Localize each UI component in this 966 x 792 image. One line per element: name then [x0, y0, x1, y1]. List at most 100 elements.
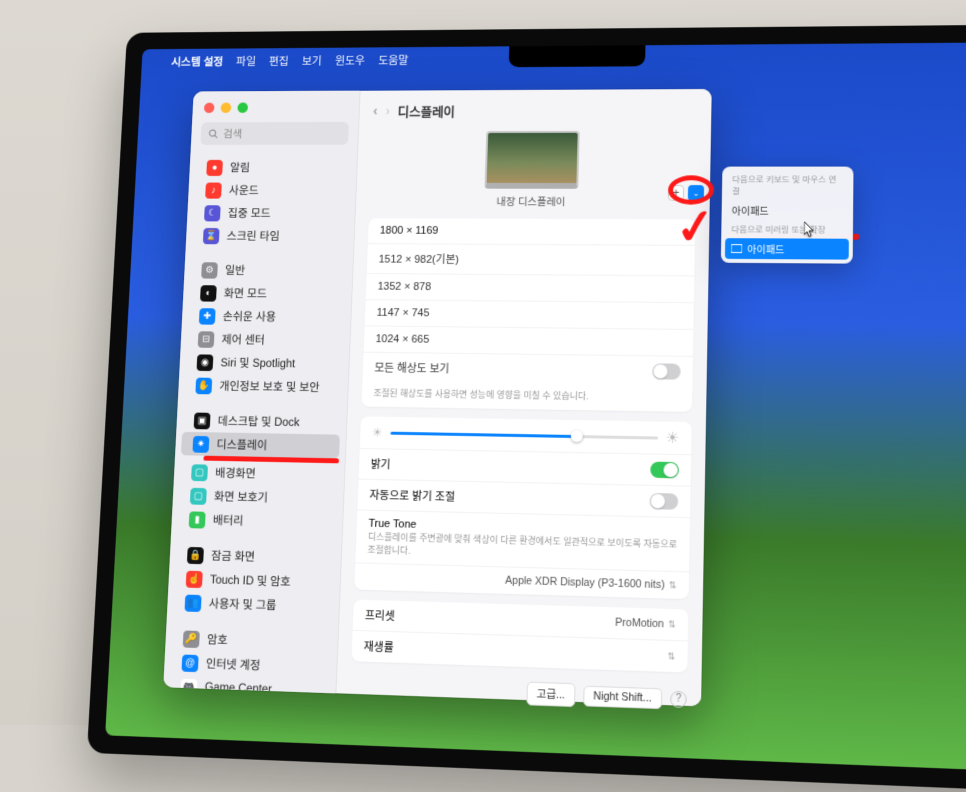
sidebar-icon: ☾ [204, 205, 221, 221]
menu-file[interactable]: 파일 [236, 54, 256, 69]
sidebar-icon: 🔑 [183, 630, 200, 648]
sidebar-item-label: 사운드 [229, 183, 260, 198]
sidebar-item-label: Game Center [205, 681, 273, 693]
sidebar-item-label: 데스크탑 및 Dock [217, 413, 299, 430]
preset-panel: 프리셋 ProMotion⇅ 재생률 ⇅ [351, 600, 688, 673]
resolution-option[interactable]: 1800 × 1169 [368, 218, 696, 245]
sidebar-item-label: 암호 [207, 631, 228, 648]
resolution-option[interactable]: 1024 × 665 [364, 325, 694, 355]
sidebar-icon: ⌛ [203, 228, 220, 244]
refresh-select[interactable]: ⇅ [663, 650, 675, 663]
sidebar-item-label: 사용자 및 그룹 [209, 595, 277, 613]
sidebar-item-label: Siri 및 Spotlight [220, 355, 295, 372]
sidebar-item-label: 제어 센터 [221, 332, 265, 348]
sidebar-icon: ✚ [199, 308, 216, 325]
sidebar-icon: ◐ [200, 285, 217, 301]
sun-bright-icon: ☀︎ [666, 429, 680, 447]
menu-window[interactable]: 윈도우 [335, 53, 366, 68]
page-title: 디스플레이 [397, 102, 455, 120]
popover-item-ipad-kb[interactable]: 아이패드 [726, 200, 850, 221]
sidebar-icon: ◉ [197, 354, 214, 371]
color-profile-select[interactable]: Apple XDR Display (P3-1600 nits)⇅ [505, 575, 677, 592]
preset-select[interactable]: ProMotion⇅ [615, 617, 676, 631]
sidebar-item-스크린 타임[interactable]: ⌛ 스크린 타임 [191, 224, 348, 248]
sidebar-item-사운드[interactable]: ♪ 사운드 [194, 179, 351, 202]
show-all-resolutions-toggle[interactable] [652, 363, 680, 379]
popover-item-ipad-mirror[interactable]: 아이패드 [725, 238, 849, 259]
sidebar: 검색 ●알림♪사운드☾집중 모드⌛스크린 타임⚙일반◐화면 모드✚손쉬운 사용⊟… [163, 91, 360, 694]
display-popover: 다음으로 키보드 및 마우스 연결 아이패드 다음으로 미러링 또는 확장 아이… [721, 167, 854, 264]
sidebar-item-label: 잠금 화면 [211, 548, 255, 565]
resolution-option[interactable]: 1147 × 745 [365, 299, 694, 329]
search-icon [208, 128, 219, 138]
forward-button[interactable]: › [385, 103, 390, 119]
sidebar-icon: ⊟ [198, 331, 215, 348]
resolution-hint: 조절된 해상도를 사용하면 성능에 영향을 미칠 수 있습니다. [361, 382, 692, 412]
sidebar-item-label: 인터넷 계정 [206, 655, 261, 673]
annotation-checkmark: ✓ [672, 197, 719, 257]
sidebar-item-label: 배터리 [213, 512, 244, 529]
resolution-panel: 1800 × 1169 1512 × 982(기본) 1352 × 878 11… [361, 218, 695, 412]
sidebar-item-배터리[interactable]: ▮ 배터리 [177, 507, 337, 535]
sidebar-item-label: Touch ID 및 암호 [210, 571, 291, 589]
resolution-option[interactable]: 1512 × 982(기본) [367, 243, 695, 275]
sidebar-icon: ▮ [189, 511, 206, 528]
ipad-icon [731, 244, 742, 253]
menu-edit[interactable]: 편집 [269, 54, 289, 69]
sidebar-item-label: 집중 모드 [227, 205, 271, 220]
sidebar-icon: 👥 [185, 594, 202, 611]
sidebar-icon: ● [206, 159, 223, 175]
sidebar-item-label: 개인정보 보호 및 보안 [219, 378, 320, 395]
sidebar-icon: @ [181, 654, 198, 672]
sidebar-item-손쉬운 사용[interactable]: ✚손쉬운 사용 [187, 304, 345, 329]
sidebar-item-label: 알림 [230, 160, 251, 175]
sidebar-item-데스크탑 및 Dock[interactable]: ▣ 데스크탑 및 Dock [182, 408, 341, 434]
sidebar-item-화면 모드[interactable]: ◐ 화면 모드 [189, 281, 347, 305]
sidebar-icon: 🔒 [187, 546, 204, 563]
sidebar-icon: ▣ [194, 412, 211, 429]
search-input[interactable]: 검색 [200, 122, 348, 145]
advanced-button[interactable]: 고급... [526, 682, 575, 707]
system-settings-window: 검색 ●알림♪사운드☾집중 모드⌛스크린 타임⚙일반◐화면 모드✚손쉬운 사용⊟… [163, 89, 711, 706]
sidebar-item-일반[interactable]: ⚙일반 [190, 258, 347, 282]
display-thumbnail[interactable] [485, 131, 580, 189]
app-name[interactable]: 시스템 설정 [171, 54, 224, 69]
back-button[interactable]: ‹ [373, 103, 378, 119]
show-all-resolutions-label: 모든 해상도 보기 [374, 360, 449, 377]
resolution-option[interactable]: 1352 × 878 [366, 273, 695, 302]
auto-brightness-label: 자동으로 밝기 조절 [369, 487, 455, 505]
sidebar-item-알림[interactable]: ● 알림 [195, 156, 351, 179]
menu-help[interactable]: 도움말 [378, 53, 409, 68]
sidebar-item-사용자 및 그룹[interactable]: 👥 사용자 및 그룹 [173, 590, 334, 619]
cursor-icon [804, 222, 816, 243]
sidebar-icon: ✋ [195, 377, 212, 394]
brightness-toggle[interactable] [650, 462, 679, 479]
sidebar-icon: ✷ [192, 435, 209, 452]
sidebar-item-집중 모드[interactable]: ☾ 집중 모드 [193, 201, 350, 224]
sidebar-item-Siri 및 Spotlight[interactable]: ◉ Siri 및 Spotlight [185, 350, 343, 375]
preset-label: 프리셋 [365, 607, 395, 624]
sidebar-item-label: 스크린 타임 [226, 228, 280, 244]
sidebar-icon: ♪ [205, 182, 222, 198]
sidebar-item-label: 화면 모드 [224, 285, 268, 301]
sidebar-item-label: 화면 보호기 [214, 488, 268, 505]
window-controls [192, 91, 359, 119]
night-shift-button[interactable]: Night Shift... [583, 685, 662, 709]
minimize-button[interactable] [221, 103, 232, 113]
auto-brightness-toggle[interactable] [650, 493, 679, 510]
search-placeholder: 검색 [223, 126, 243, 141]
sidebar-item-개인정보 보호 및 보안[interactable]: ✋ 개인정보 보호 및 보안 [184, 374, 342, 400]
sidebar-item-제어 센터[interactable]: ⊟ 제어 센터 [186, 327, 344, 352]
zoom-button[interactable] [237, 103, 248, 113]
sidebar-icon: ▢ [191, 464, 208, 481]
close-button[interactable] [204, 103, 215, 113]
truetone-sublabel: 디스플레이를 주변광에 맞춰 색상이 다른 환경에서도 일관적으로 보이도록 자… [367, 530, 677, 564]
sidebar-item-배경화면[interactable]: ▢배경화면 [179, 460, 338, 487]
help-button[interactable]: ? [670, 690, 687, 707]
sidebar-item-디스플레이[interactable]: ✷디스플레이 [181, 432, 340, 459]
sidebar-icon: ⚙ [201, 262, 218, 278]
sun-dim-icon: ☀︎ [372, 425, 383, 439]
menu-view[interactable]: 보기 [302, 53, 323, 68]
add-display-button[interactable]: + [668, 185, 684, 201]
brightness-slider[interactable] [390, 431, 657, 439]
